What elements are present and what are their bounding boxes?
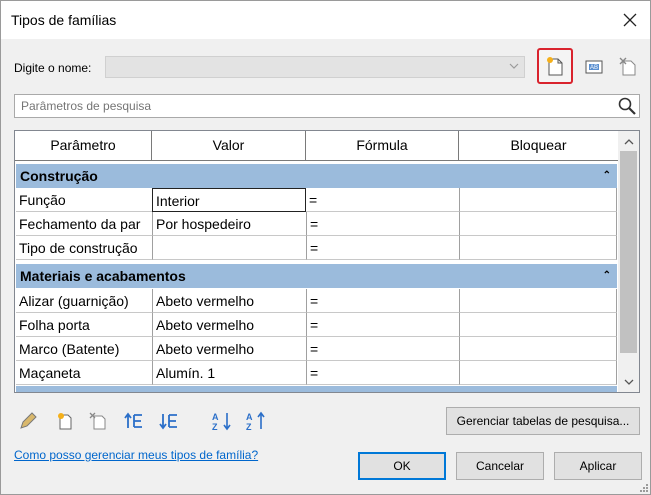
new-type-button[interactable]	[537, 48, 573, 84]
scroll-up-button[interactable]	[618, 133, 639, 150]
window-title: Tipos de famílias	[11, 12, 117, 28]
param-name: Alizar (guarnição)	[16, 289, 153, 313]
param-formula[interactable]: =	[306, 188, 460, 212]
collapse-icon[interactable]: ⌃	[603, 264, 611, 288]
resize-grip-icon[interactable]	[638, 482, 648, 492]
param-value[interactable]: Abeto vermelho	[153, 313, 307, 337]
svg-text:A: A	[212, 412, 219, 422]
param-lock[interactable]	[460, 313, 617, 337]
family-types-dialog: Tipos de famílias Digite o nome: AB Parâ…	[0, 0, 651, 495]
param-value[interactable]: Interior	[152, 188, 306, 212]
table-row[interactable]: Fechamento da par Por hospedeiro =	[16, 212, 617, 236]
scroll-down-button[interactable]	[618, 373, 639, 390]
param-value[interactable]: Por hospedeiro	[153, 212, 307, 236]
group-title: Materiais e acabamentos	[20, 268, 186, 284]
scroll-thumb[interactable]	[620, 151, 637, 353]
type-name-combobox[interactable]	[105, 56, 525, 78]
close-button[interactable]	[611, 1, 649, 39]
ok-button[interactable]: OK	[358, 452, 446, 480]
param-lock[interactable]	[460, 188, 617, 212]
svg-text:Z: Z	[246, 422, 252, 432]
new-parameter-icon	[58, 413, 72, 430]
param-value[interactable]	[153, 236, 307, 260]
sort-ascending-button[interactable]: AZ	[209, 407, 235, 435]
param-name: Tipo de construção	[16, 236, 153, 260]
svg-text:AB: AB	[590, 65, 598, 71]
move-up-icon	[124, 412, 142, 428]
param-name: Fechamento da par	[16, 212, 153, 236]
apply-button[interactable]: Aplicar	[554, 452, 642, 480]
param-lock[interactable]	[460, 337, 617, 361]
delete-type-icon	[619, 57, 636, 76]
cancel-button[interactable]: Cancelar	[456, 452, 544, 480]
param-value[interactable]: Abeto vermelho	[153, 337, 307, 361]
search-icon[interactable]	[617, 96, 637, 116]
group-header-construction[interactable]: Construção ⌃	[16, 164, 617, 188]
table-row[interactable]: Alizar (guarnição) Abeto vermelho =	[16, 289, 617, 313]
parameter-search-box[interactable]	[14, 94, 640, 118]
edit-parameter-button[interactable]	[15, 407, 41, 435]
collapse-icon[interactable]: ⌃	[603, 164, 611, 188]
chevron-down-icon	[509, 63, 519, 69]
sort-descending-button[interactable]: AZ	[243, 407, 269, 435]
param-formula[interactable]: =	[307, 361, 460, 385]
table-row[interactable]: Folha porta Abeto vermelho =	[16, 313, 617, 337]
param-lock[interactable]	[460, 361, 617, 385]
chevron-down-icon	[624, 379, 633, 385]
param-name: Marco (Batente)	[16, 337, 153, 361]
table-row[interactable]: Maçaneta Alumín. 1 =	[16, 361, 617, 385]
delete-type-button[interactable]	[610, 48, 646, 84]
sort-descending-icon: AZ	[246, 411, 265, 432]
table-row[interactable]: Marco (Batente) Abeto vermelho =	[16, 337, 617, 361]
param-lock[interactable]	[460, 289, 617, 313]
chevron-up-icon	[624, 138, 633, 144]
close-icon	[623, 13, 637, 27]
table-row[interactable]: Tipo de construção =	[16, 236, 617, 260]
column-header-parameter[interactable]: Parâmetro	[15, 131, 152, 160]
delete-parameter-button[interactable]	[85, 407, 111, 435]
param-formula[interactable]: =	[307, 337, 460, 361]
move-up-button[interactable]	[121, 407, 147, 435]
parameters-grid: Parâmetro Valor Fórmula Bloquear Constru…	[14, 130, 640, 393]
group-header-partial	[16, 386, 617, 392]
svg-text:Z: Z	[212, 422, 218, 432]
table-row[interactable]: Função Interior =	[16, 188, 617, 212]
new-type-icon	[547, 57, 563, 76]
param-name: Maçaneta	[16, 361, 153, 385]
new-parameter-button[interactable]	[52, 407, 78, 435]
pencil-icon	[20, 412, 37, 429]
column-header-value[interactable]: Valor	[152, 131, 306, 160]
column-header-formula[interactable]: Fórmula	[306, 131, 459, 160]
help-link[interactable]: Como posso gerenciar meus tipos de famíl…	[14, 448, 258, 462]
param-formula[interactable]: =	[307, 236, 460, 260]
vertical-scrollbar[interactable]	[618, 131, 639, 392]
manage-lookup-tables-button[interactable]: Gerenciar tabelas de pesquisa...	[446, 407, 640, 435]
param-value[interactable]: Abeto vermelho	[153, 289, 307, 313]
move-down-button[interactable]	[156, 407, 182, 435]
param-name: Folha porta	[16, 313, 153, 337]
move-down-icon	[159, 414, 177, 430]
param-formula[interactable]: =	[307, 289, 460, 313]
title-bar: Tipos de famílias	[1, 1, 650, 39]
group-title: Construção	[20, 168, 98, 184]
param-value[interactable]: Alumín. 1	[153, 361, 307, 385]
delete-parameter-icon	[89, 412, 106, 430]
param-formula[interactable]: =	[307, 212, 460, 236]
param-formula[interactable]: =	[307, 313, 460, 337]
search-input[interactable]	[19, 98, 613, 114]
column-header-lock[interactable]: Bloquear	[459, 131, 618, 160]
param-lock[interactable]	[460, 212, 617, 236]
type-name-label: Digite o nome:	[14, 61, 92, 75]
grid-header: Parâmetro Valor Fórmula Bloquear	[15, 131, 618, 161]
param-lock[interactable]	[460, 236, 617, 260]
sort-ascending-icon: AZ	[212, 412, 231, 432]
svg-text:A: A	[246, 412, 253, 422]
rename-type-button[interactable]: AB	[576, 48, 612, 84]
rename-type-icon: AB	[585, 60, 603, 74]
param-name: Função	[16, 188, 153, 212]
group-header-materials[interactable]: Materiais e acabamentos ⌃	[16, 264, 617, 288]
